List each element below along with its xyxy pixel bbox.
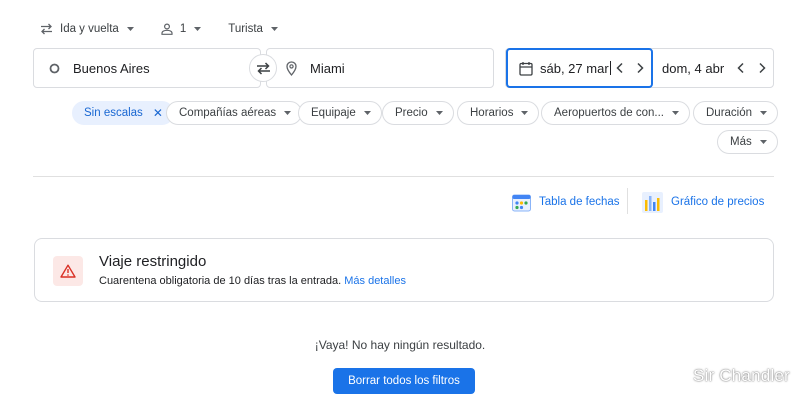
- caret-down-icon: [126, 27, 134, 31]
- more-details-link[interactable]: Más detalles: [344, 275, 406, 287]
- warning-triangle-icon: [60, 264, 76, 278]
- travel-restriction-card: Viaje restringido Cuarentena obligatoria…: [34, 238, 774, 302]
- tools-separator: [627, 188, 628, 214]
- depart-next-button[interactable]: [633, 61, 647, 75]
- caret-down-icon: [759, 140, 767, 144]
- restriction-title: Viaje restringido: [99, 253, 207, 270]
- origin-value: Buenos Aires: [73, 60, 150, 76]
- caret-down-icon: [435, 111, 443, 115]
- caret-down-icon: [521, 111, 529, 115]
- cabin-class-label: Turista: [228, 23, 263, 35]
- watermark-text: Sir Chandler: [693, 366, 790, 385]
- date-grid-label: Tabla de fechas: [539, 196, 620, 208]
- filter-chip-label: Duración: [706, 107, 753, 119]
- swap-arrows-icon: [40, 23, 53, 35]
- price-graph-icon: [641, 191, 664, 214]
- trip-options-bar: Ida y vuelta 1 Turista: [40, 20, 305, 38]
- caret-down-icon: [284, 111, 292, 115]
- warning-badge: [53, 256, 83, 286]
- filter-chip-airlines[interactable]: Compañías aéreas: [166, 101, 303, 125]
- filter-chip-duration[interactable]: Duración: [693, 101, 779, 125]
- destination-value: Miami: [310, 60, 345, 76]
- caret-down-icon: [270, 27, 278, 31]
- passengers-count: 1: [179, 23, 187, 35]
- filter-chip-label: Aeropuertos de con...: [554, 107, 664, 119]
- caret-down-icon: [363, 111, 371, 115]
- cabin-class-select[interactable]: Turista: [228, 23, 285, 35]
- trip-type-label: Ida y vuelta: [60, 23, 119, 35]
- return-prev-button[interactable]: [734, 61, 748, 75]
- filter-chip-label: Equipaje: [311, 107, 356, 119]
- section-divider: [33, 176, 774, 177]
- filter-chip-nonstop[interactable]: Sin escalas ✕: [72, 101, 174, 125]
- filter-chip-label: Horarios: [470, 107, 514, 119]
- passengers-select[interactable]: 1: [161, 23, 208, 35]
- return-date-field[interactable]: dom, 4 abr: [662, 49, 724, 87]
- filter-chip-label: Precio: [395, 107, 428, 119]
- clear-all-filters-button[interactable]: Borrar todos los filtros: [333, 368, 475, 394]
- filter-chip-times[interactable]: Horarios: [457, 101, 540, 125]
- swap-locations-button[interactable]: [249, 54, 277, 82]
- restriction-text: Cuarentena obligatoria de 10 días tras l…: [99, 275, 342, 287]
- caret-down-icon: [194, 27, 202, 31]
- caret-down-icon: [760, 111, 768, 115]
- location-pin-icon: [286, 60, 297, 76]
- date-grid-icon: [511, 192, 532, 213]
- price-graph-button[interactable]: Gráfico de precios: [641, 190, 764, 214]
- departure-date-value: sáb, 27 mar: [540, 60, 609, 76]
- price-graph-label: Gráfico de precios: [671, 196, 765, 208]
- trip-type-select[interactable]: Ida y vuelta: [40, 23, 141, 35]
- departure-date-field[interactable]: sáb, 27 mar: [506, 48, 653, 88]
- filter-chip-price[interactable]: Precio: [382, 101, 454, 125]
- origin-input[interactable]: Buenos Aires: [33, 48, 261, 88]
- return-date-value: dom, 4 abr: [662, 60, 725, 76]
- origin-circle-icon: [49, 63, 60, 74]
- calendar-icon: [519, 61, 533, 76]
- depart-prev-button[interactable]: [613, 61, 627, 75]
- filter-chip-label: Sin escalas: [84, 107, 143, 119]
- swap-arrows-icon: [256, 61, 271, 75]
- close-icon[interactable]: ✕: [153, 106, 163, 120]
- return-next-button[interactable]: [755, 61, 769, 75]
- destination-input[interactable]: Miami: [266, 48, 494, 88]
- filter-chip-label: Más: [730, 136, 752, 148]
- no-results-message: ¡Vaya! No hay ningún resultado.: [314, 338, 486, 352]
- filter-chip-label: Compañías aéreas: [179, 107, 277, 119]
- restriction-body: Cuarentena obligatoria de 10 días tras l…: [99, 275, 406, 287]
- date-range-picker: sáb, 27 mar dom, 4 abr: [505, 48, 774, 88]
- date-grid-button[interactable]: Tabla de fechas: [511, 190, 620, 214]
- text-cursor: [609, 61, 611, 75]
- person-icon: [161, 23, 173, 35]
- caret-down-icon: [671, 111, 679, 115]
- filter-chip-more[interactable]: Más: [717, 130, 778, 154]
- filter-chip-connecting-airports[interactable]: Aeropuertos de con...: [541, 101, 690, 125]
- filter-chip-baggage[interactable]: Equipaje: [298, 101, 382, 125]
